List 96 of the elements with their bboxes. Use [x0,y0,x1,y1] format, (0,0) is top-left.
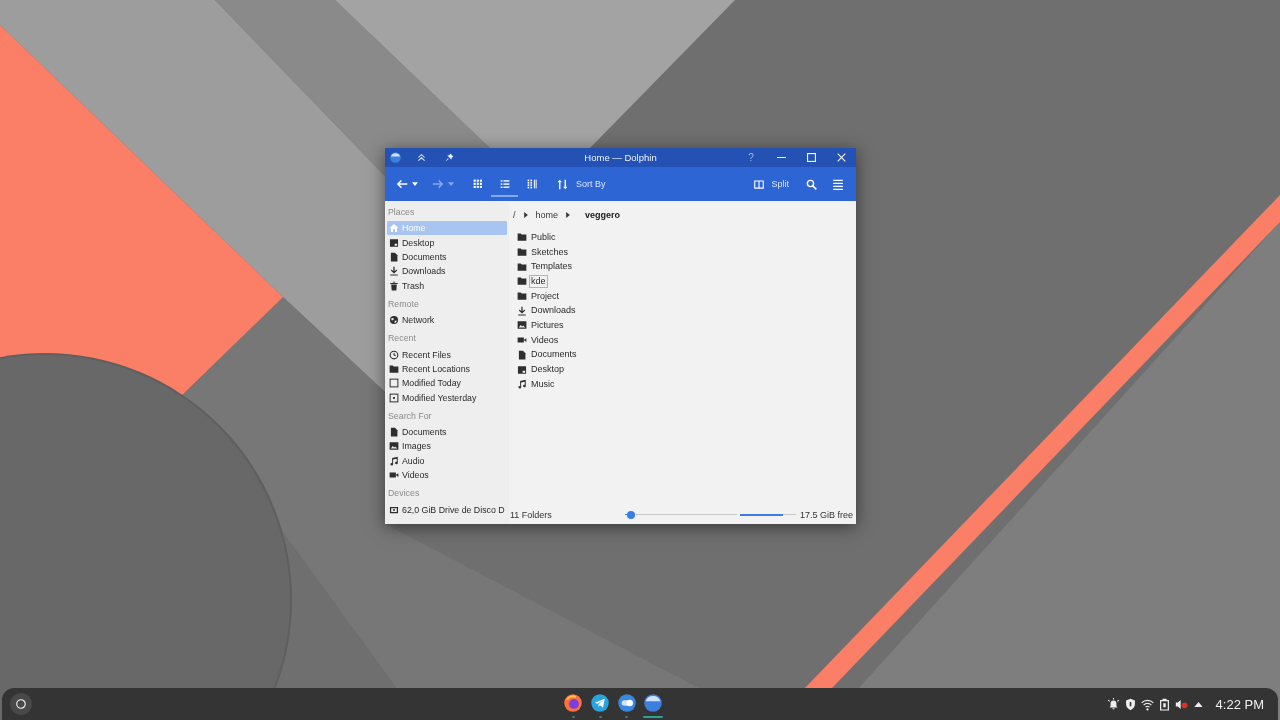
tile-icon [389,237,399,248]
places-item[interactable]: Desktop [387,235,507,250]
bell-icon[interactable] [1106,697,1120,711]
shield-icon[interactable] [1123,697,1137,711]
grid-icon [472,179,483,189]
file-item[interactable]: Project [517,288,563,304]
file-item[interactable]: Pictures [517,318,568,333]
caret-right-icon [566,212,571,218]
document-icon [389,251,399,262]
left-arrow-icon [396,178,408,190]
sort-icon [557,178,568,190]
places-item[interactable]: Images [387,439,507,454]
house-icon [389,223,399,234]
music-note-icon [517,379,527,390]
tile-icon [517,364,527,375]
places-item[interactable]: Trash [387,278,507,293]
places-item[interactable]: Recent Files [387,347,507,362]
globe-icon [389,315,399,326]
places-item[interactable]: Downloads [387,264,507,279]
launcher-button[interactable] [10,693,32,715]
breadcrumb-item[interactable]: home [534,209,560,221]
caret-right-icon [523,212,528,218]
help-button[interactable]: ? [746,151,756,164]
clock-icon [389,349,399,360]
file-item[interactable]: Documents [517,347,581,363]
minimize-icon[interactable] [776,156,786,159]
music-note-icon [389,455,399,466]
file-item[interactable]: Templates [517,259,577,275]
file-item[interactable]: Sketches [517,244,573,260]
document-icon [389,427,399,438]
places-item[interactable]: Videos [387,468,507,483]
maximize-icon[interactable] [806,153,816,162]
section-heading: Devices [387,487,421,501]
wifi-icon[interactable] [1140,697,1154,711]
ring-icon [16,699,26,709]
file-item[interactable]: Music [517,376,559,392]
places-item[interactable]: Network [387,312,507,328]
sphere-icon[interactable] [390,152,401,163]
muted-speaker-icon[interactable] [1174,697,1188,711]
file-item[interactable]: Videos [517,332,563,348]
file-item[interactable]: Desktop [517,362,569,377]
section-heading: Recent [387,332,417,346]
document-icon [517,349,527,360]
file-item[interactable]: Public [517,230,560,245]
double-chevron-icon[interactable] [417,153,426,162]
places-item[interactable]: 62,0 GiB Drive de Disco D [387,502,507,517]
sort-button[interactable]: Sort By [552,171,611,197]
folder-icon [517,232,527,243]
download-icon [517,305,527,316]
folder-icon [517,276,527,287]
menu-icon [832,178,844,190]
folder-icon [517,261,527,272]
free-space-text: 17.5 GiB free [799,509,853,520]
toggle-switch-icon[interactable] [617,694,636,712]
download-icon [389,266,399,277]
caret-down-icon [448,182,454,186]
list-icon [499,179,510,189]
right-arrow-icon [432,178,444,190]
file-item[interactable]: Downloads [517,303,580,319]
breadcrumb-item[interactable]: veggero [584,209,622,221]
places-item[interactable]: Documents [387,424,507,440]
places-item[interactable]: Recent Locations [387,361,507,377]
video-camera-icon [389,470,399,481]
window-title: Home — Dolphin [584,151,657,165]
image-icon [389,441,399,452]
close-icon[interactable] [836,153,846,162]
video-camera-icon [517,335,527,346]
trash-icon [389,280,399,291]
clock[interactable]: 4:22 PM [1215,696,1264,712]
slider-thumb[interactable] [626,510,635,519]
split-button[interactable]: Split [748,171,794,197]
section-heading: Places [387,206,416,219]
search-icon [805,178,817,190]
places-item[interactable]: Modified Yesterday [387,390,507,405]
split-view-icon [753,178,766,190]
folder-icon [389,363,399,374]
pin-icon[interactable] [445,153,454,162]
square-icon [389,378,399,389]
breadcrumb-item[interactable]: / [512,209,517,221]
columns-icon [526,179,537,189]
places-item[interactable]: Audio [387,453,507,469]
places-item[interactable]: Documents [387,249,507,265]
caret-up-icon[interactable] [1193,701,1203,707]
section-heading: Search For [387,409,433,423]
paper-plane-icon[interactable] [591,694,610,712]
section-heading: Remote [387,297,420,311]
globe-icon[interactable] [564,694,583,712]
places-item[interactable]: Modified Today [387,376,507,391]
folder-icon [517,291,527,302]
caret-down-icon [412,182,418,186]
battery-icon[interactable] [1157,697,1171,711]
folder-icon [517,247,527,258]
image-icon [517,320,527,331]
drive-icon [389,504,399,515]
sphere-icon[interactable] [644,694,663,712]
folder-count: 11 Folders [510,509,552,520]
